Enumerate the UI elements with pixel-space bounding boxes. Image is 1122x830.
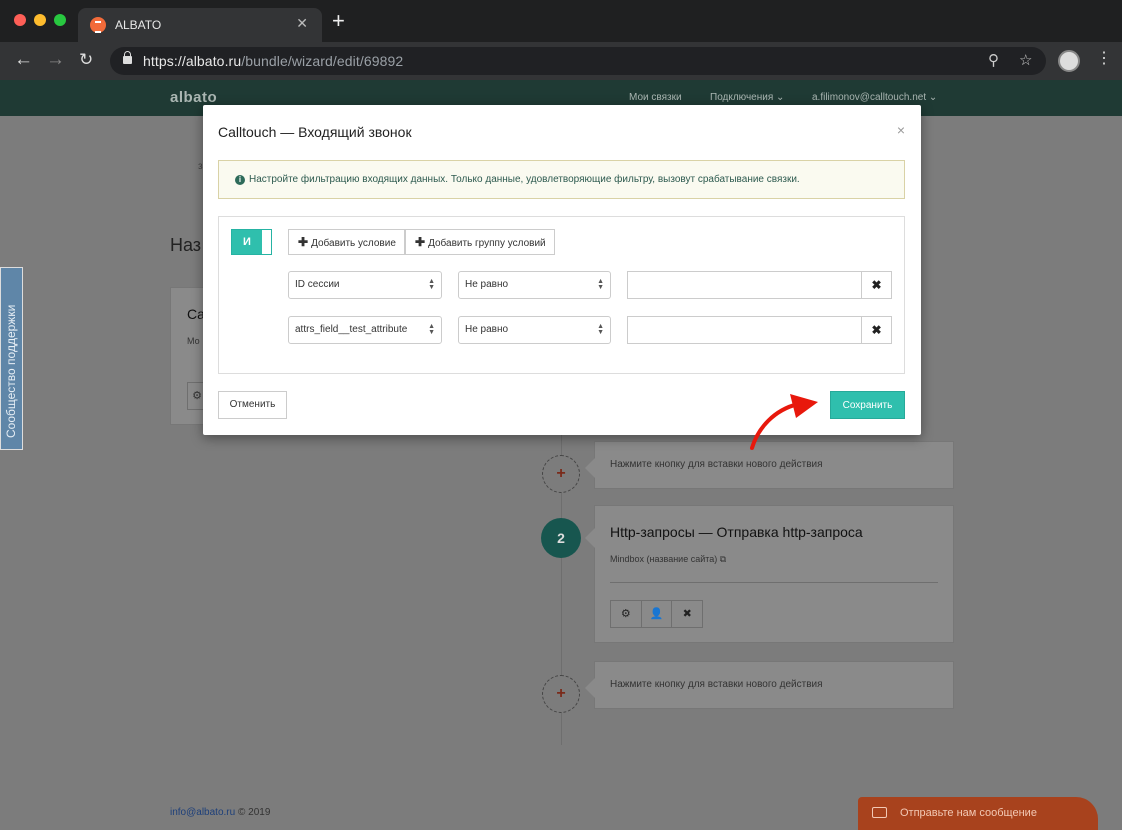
chat-widget-button[interactable]: Отправьте нам сообщение (858, 797, 1098, 830)
footer-copyright: © 2019 (237, 807, 271, 818)
browser-tab[interactable]: ALBATO ✕ (78, 8, 322, 42)
modal-title: Calltouch — Входящий звонок (218, 124, 412, 140)
external-link-icon[interactable]: ⧉ (720, 554, 726, 564)
plus-icon: ✚ (298, 235, 309, 249)
field-select[interactable]: ID сессии ▲ ▼ (288, 271, 442, 299)
envelope-icon (872, 807, 887, 818)
field-select[interactable]: attrs_field__test_attribute ▲ ▼ (288, 316, 442, 344)
toggle-label: И (232, 230, 262, 254)
add-condition-button[interactable]: ✚ Добавить условие (288, 229, 405, 255)
zoom-icon[interactable]: ⚲ (988, 51, 999, 69)
insert-action-card[interactable]: Нажмите кнопку для вставки нового действ… (585, 661, 954, 709)
action-subtitle[interactable]: Mindbox (название сайта) ⧉ (610, 554, 726, 565)
operator-select[interactable]: Не равно ▲ ▼ (458, 271, 611, 299)
save-button[interactable]: Сохранить (830, 391, 905, 419)
reload-icon[interactable]: ↻ (79, 50, 93, 70)
browser-menu-icon[interactable]: ⋮ (1096, 50, 1112, 68)
filter-modal: Calltouch — Входящий звонок × i Настройт… (203, 105, 921, 435)
alert-text: Настройте фильтрацию входящих данных. То… (249, 174, 800, 185)
user-icon[interactable]: 👤 (642, 601, 673, 627)
nav-user-account[interactable]: a.filimonov@calltouch.net ⌄ (812, 92, 937, 103)
minimize-window-button[interactable] (34, 14, 46, 26)
lock-icon (123, 51, 132, 64)
filter-group: И ✚ Добавить условие ✚ Добавить группу усл… (218, 216, 905, 374)
albato-favicon-icon (90, 17, 106, 33)
trigger-card-subtitle: Мо (187, 336, 200, 346)
cancel-button[interactable]: Отменить (218, 391, 287, 419)
background-breadcrumb-fragment: з (198, 161, 203, 172)
browser-toolbar: ← → ↻ https://albato.ru/bundle/wizard/ed… (0, 42, 1122, 80)
close-window-button[interactable] (14, 14, 26, 26)
nav-connections[interactable]: Подключения ⌄ (710, 92, 784, 103)
insert-action-plus-button[interactable]: + (542, 455, 580, 493)
remove-condition-icon[interactable]: ✖ (861, 271, 892, 299)
chat-button-label: Отправьте нам сообщение (900, 807, 1037, 819)
page-title: Наз (170, 235, 202, 255)
info-alert: i Настройте фильтрацию входящих данных. … (218, 160, 905, 199)
info-icon: i (235, 175, 245, 185)
close-icon[interactable]: × (897, 122, 905, 138)
plus-icon: ✚ (415, 235, 426, 249)
operator-select[interactable]: Не равно ▲ ▼ (458, 316, 611, 344)
browser-tab-bar: ALBATO ✕ + (0, 0, 1122, 42)
insert-action-hint: Нажмите кнопку для вставки нового действ… (610, 459, 823, 470)
insert-action-hint: Нажмите кнопку для вставки нового действ… (610, 679, 823, 690)
footer: info@albato.ru © 2019 (170, 807, 270, 818)
action-title: Http-запросы — Отправка http-запроса (610, 524, 863, 540)
new-tab-icon[interactable]: + (332, 10, 345, 32)
insert-action-plus-button[interactable]: + (542, 675, 580, 713)
back-arrow-icon[interactable]: ← (14, 50, 33, 70)
forward-arrow-icon[interactable]: → (46, 50, 65, 70)
bookmark-star-icon[interactable]: ☆ (1019, 51, 1032, 69)
settings-gear-icon[interactable]: ⚙ (611, 601, 642, 627)
select-caret-icon: ▲ ▼ (428, 278, 435, 291)
url-text[interactable]: https://albato.ru/bundle/wizard/edit/698… (143, 53, 403, 69)
profile-avatar[interactable] (1058, 50, 1080, 72)
tab-title: ALBATO (115, 18, 162, 32)
logic-and-toggle[interactable]: И (231, 229, 272, 255)
maximize-window-button[interactable] (54, 14, 66, 26)
select-caret-icon: ▲ ▼ (428, 323, 435, 336)
delete-x-icon[interactable]: ✖ (672, 601, 702, 627)
support-tab-label: Сообщество поддержки (4, 304, 18, 438)
action-card: Http-запросы — Отправка http-запроса Min… (585, 505, 954, 643)
divider (610, 582, 938, 583)
address-bar[interactable]: https://albato.ru/bundle/wizard/edit/698… (110, 47, 1046, 75)
annotation-arrow-icon (750, 394, 818, 450)
support-community-tab[interactable]: Сообщество поддержки (0, 267, 23, 450)
remove-condition-icon[interactable]: ✖ (861, 316, 892, 344)
albato-logo[interactable]: albato (170, 89, 217, 106)
action-buttons: ⚙ 👤 ✖ (610, 600, 703, 628)
condition-value-input[interactable] (627, 271, 862, 299)
tab-close-icon[interactable]: ✕ (296, 15, 308, 32)
add-condition-group-button[interactable]: ✚ Добавить группу условий (405, 229, 555, 255)
select-caret-icon: ▲ ▼ (597, 323, 604, 336)
condition-value-input[interactable] (627, 316, 862, 344)
step-number-badge: 2 (541, 518, 581, 558)
select-caret-icon: ▲ ▼ (597, 278, 604, 291)
nav-my-bundles[interactable]: Мои связки (629, 92, 682, 103)
footer-email-link[interactable]: info@albato.ru (170, 807, 235, 818)
